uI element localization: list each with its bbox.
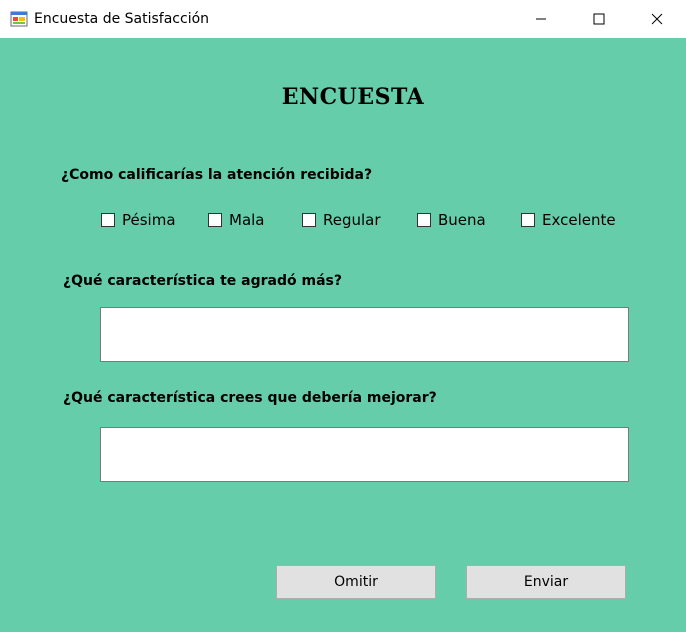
checkbox-mala[interactable] [208, 213, 222, 227]
option-label: Regular [323, 211, 381, 229]
liked-feature-field[interactable] [100, 307, 629, 362]
minimize-button[interactable] [512, 0, 570, 38]
question-improve: ¿Qué característica crees que debería me… [63, 390, 437, 406]
option-pesima[interactable]: Pésima [101, 210, 176, 230]
title-bar[interactable]: Encuesta de Satisfacción [0, 0, 686, 38]
checkbox-pesima[interactable] [101, 213, 115, 227]
minimize-icon [535, 10, 547, 29]
checkbox-excelente[interactable] [521, 213, 535, 227]
survey-heading: ENCUESTA [281, 84, 425, 110]
form-app-icon [10, 10, 28, 28]
option-buena[interactable]: Buena [417, 210, 486, 230]
option-label: Mala [229, 211, 265, 229]
question-rating: ¿Como calificarías la atención recibida? [61, 167, 373, 183]
question-liked: ¿Qué característica te agradó más? [63, 273, 342, 289]
option-mala[interactable]: Mala [208, 210, 265, 230]
checkbox-regular[interactable] [302, 213, 316, 227]
option-label: Buena [438, 211, 486, 229]
option-excelente[interactable]: Excelente [521, 210, 616, 230]
option-label: Excelente [542, 211, 616, 229]
survey-window: Encuesta de Satisfacción ENCUESTA ¿Como … [0, 0, 686, 632]
close-button[interactable] [628, 0, 686, 38]
close-icon [651, 10, 663, 29]
checkbox-buena[interactable] [417, 213, 431, 227]
window-title: Encuesta de Satisfacción [34, 11, 210, 27]
send-button[interactable]: Enviar [466, 565, 626, 599]
option-label: Pésima [122, 211, 176, 229]
omit-button[interactable]: Omitir [276, 565, 436, 599]
option-regular[interactable]: Regular [302, 210, 381, 230]
improve-feature-field[interactable] [100, 427, 629, 482]
maximize-button[interactable] [570, 0, 628, 38]
maximize-icon [593, 10, 605, 29]
